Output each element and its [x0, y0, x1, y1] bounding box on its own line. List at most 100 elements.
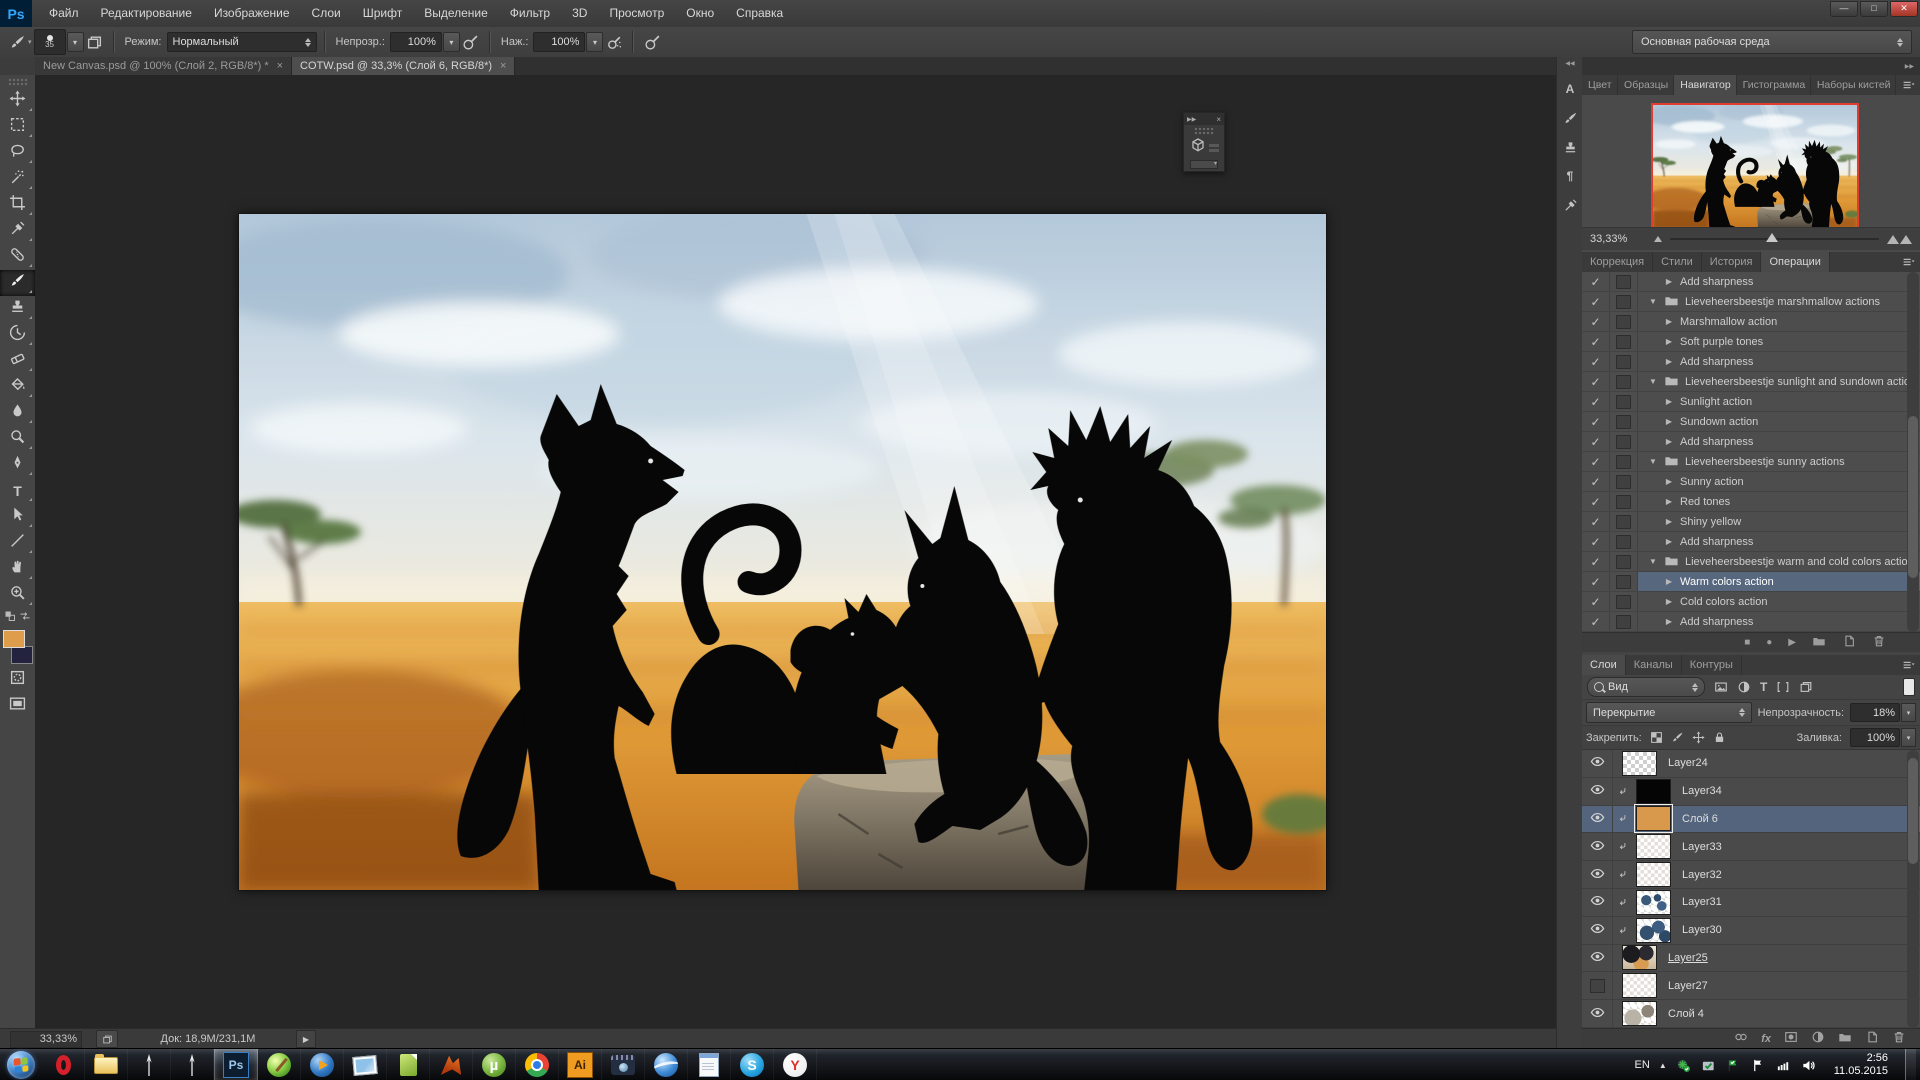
magic-wand-tool[interactable]: [0, 166, 35, 192]
taskbar-app-explorer[interactable]: [85, 1049, 128, 1080]
brush-presets-panel-icon[interactable]: [1559, 107, 1581, 129]
expand-arrow-icon[interactable]: ▶: [1664, 617, 1674, 626]
healing-brush-tool[interactable]: [0, 244, 35, 270]
document-tab-0[interactable]: New Canvas.psd @ 100% (Слой 2, RGB/8*) *…: [35, 57, 292, 75]
taskbar-app-movie-app[interactable]: [602, 1049, 645, 1080]
taskbar-app-opera[interactable]: [42, 1049, 85, 1080]
action-enabled-check[interactable]: ✓: [1582, 332, 1610, 351]
action-set-row[interactable]: ✓▼Lieveheersbeestje sunlight and sundown…: [1582, 372, 1920, 392]
zoom-slider-knob[interactable]: [1766, 233, 1778, 242]
action-enabled-check[interactable]: ✓: [1582, 372, 1610, 391]
layers-tab-2[interactable]: Контуры: [1682, 655, 1742, 675]
layer-row[interactable]: Слой 6: [1582, 806, 1920, 834]
action-enabled-check[interactable]: ✓: [1582, 552, 1610, 571]
layer-visibility-toggle[interactable]: [1582, 861, 1613, 888]
layer-name[interactable]: Layer30: [1682, 924, 1722, 936]
action-dialog-toggle[interactable]: [1610, 492, 1638, 511]
floating-collapsed-panel[interactable]: ▶▶ × ▾: [1183, 112, 1225, 172]
layer-visibility-toggle[interactable]: [1582, 945, 1613, 972]
expand-arrow-icon[interactable]: ▶: [1664, 477, 1674, 486]
layer-row[interactable]: Слой 4: [1582, 1000, 1920, 1028]
actions-tab-2[interactable]: История: [1702, 252, 1762, 272]
action-row[interactable]: ✓▶Sunlight action: [1582, 392, 1920, 412]
taskbar-app-utorrent[interactable]: µ: [473, 1049, 516, 1080]
action-enabled-check[interactable]: ✓: [1582, 452, 1610, 471]
eraser-tool[interactable]: [0, 348, 35, 374]
volume-icon[interactable]: [1801, 1057, 1817, 1073]
new-layer-icon[interactable]: [1865, 1030, 1879, 1047]
layer-name[interactable]: Layer25: [1668, 952, 1708, 964]
layer-visibility-toggle[interactable]: [1582, 778, 1613, 805]
language-indicator[interactable]: EN: [1635, 1059, 1650, 1071]
actions-tab-1[interactable]: Стили: [1653, 252, 1702, 272]
panel-close-icon[interactable]: ×: [1216, 115, 1221, 124]
action-dialog-toggle[interactable]: [1610, 512, 1638, 531]
menu-5[interactable]: Выделение: [413, 0, 499, 27]
taskbar-app-illustrator[interactable]: Ai: [559, 1049, 602, 1080]
zoom-tool[interactable]: [0, 582, 35, 608]
action-dialog-toggle[interactable]: [1610, 452, 1638, 471]
updater-tray-icon[interactable]: [1701, 1057, 1717, 1073]
layers-scrollbar[interactable]: [1907, 750, 1919, 1028]
expand-arrow-icon[interactable]: ▶: [1664, 277, 1674, 286]
antivirus-tray-icon[interactable]: [1676, 1057, 1692, 1073]
filter-type-layers-icon[interactable]: T: [1760, 680, 1767, 694]
navigator-zoom-slider[interactable]: [1670, 238, 1879, 240]
layer-thumbnail[interactable]: [1636, 862, 1671, 887]
paint-bucket-tool[interactable]: [0, 374, 35, 400]
minimize-button[interactable]: —: [1830, 1, 1858, 17]
action-row[interactable]: ✓▶Add sharpness: [1582, 272, 1920, 292]
document-status-icon[interactable]: [96, 1030, 118, 1048]
layer-visibility-toggle[interactable]: [1582, 806, 1613, 833]
layer-name[interactable]: Layer31: [1682, 896, 1722, 908]
expand-arrow-icon[interactable]: ▶: [1664, 337, 1674, 346]
action-dialog-toggle[interactable]: [1610, 612, 1638, 631]
menu-4[interactable]: Шрифт: [352, 0, 413, 27]
action-dialog-toggle[interactable]: [1610, 312, 1638, 331]
navigator-tab-1[interactable]: Образцы: [1618, 75, 1674, 95]
expand-arrow-icon[interactable]: ▶: [1664, 317, 1674, 326]
expand-arrow-icon[interactable]: ▶: [1664, 397, 1674, 406]
menu-3[interactable]: Слои: [301, 0, 352, 27]
lock-position-icon[interactable]: [1692, 731, 1705, 744]
flow-input[interactable]: 100%: [533, 32, 585, 52]
action-enabled-check[interactable]: ✓: [1582, 572, 1610, 591]
expand-arrow-icon[interactable]: ▶: [1664, 357, 1674, 366]
collapse-dock-icon[interactable]: ▶▶: [1905, 63, 1914, 70]
action-enabled-check[interactable]: ✓: [1582, 592, 1610, 611]
lock-all-icon[interactable]: [1713, 731, 1726, 744]
navigator-tab-0[interactable]: Цвет: [1582, 75, 1618, 95]
action-row[interactable]: ✓▶Cold colors action: [1582, 592, 1920, 612]
expand-arrow-icon[interactable]: ▶: [1664, 497, 1674, 506]
layer-visibility-toggle[interactable]: [1582, 1000, 1613, 1027]
filter-adjustment-layers-icon[interactable]: [1737, 680, 1751, 694]
action-enabled-check[interactable]: ✓: [1582, 412, 1610, 431]
expand-arrow-icon[interactable]: ▶: [1664, 437, 1674, 446]
action-dialog-toggle[interactable]: [1610, 432, 1638, 451]
actions-panel-menu-icon[interactable]: [1896, 252, 1920, 272]
brush-preset-caret[interactable]: ▾: [67, 32, 84, 52]
layer-row[interactable]: Layer27: [1582, 972, 1920, 1000]
pen-tool[interactable]: [0, 452, 35, 478]
layer-opacity-input[interactable]: 18%: [1850, 703, 1900, 722]
layer-thumbnail[interactable]: [1636, 918, 1671, 943]
action-set-row[interactable]: ✓▼Lieveheersbeestje sunny actions: [1582, 452, 1920, 472]
layers-panel-menu-icon[interactable]: [1896, 655, 1920, 675]
layer-style-icon[interactable]: fx: [1761, 1033, 1771, 1045]
layer-visibility-toggle[interactable]: [1582, 972, 1613, 999]
taskbar-app-green-doc[interactable]: [387, 1049, 430, 1080]
layer-row[interactable]: Layer31: [1582, 889, 1920, 917]
expand-arrow-icon[interactable]: ▶: [1664, 597, 1674, 606]
action-dialog-toggle[interactable]: [1610, 472, 1638, 491]
stop-playing-icon[interactable]: ■: [1744, 637, 1750, 648]
record-icon[interactable]: ●: [1766, 637, 1772, 648]
swap-colors-icon[interactable]: [19, 609, 31, 627]
start-button[interactable]: [4, 1050, 38, 1080]
tab-close-icon[interactable]: ×: [277, 60, 283, 72]
actions-tab-3[interactable]: Операции: [1761, 252, 1829, 272]
layer-row[interactable]: Layer33: [1582, 833, 1920, 861]
layer-row[interactable]: Layer25: [1582, 945, 1920, 973]
hidden-icons-arrow[interactable]: ▲: [1659, 1061, 1667, 1070]
floating-panel-dropdown[interactable]: ▾: [1190, 160, 1218, 169]
action-row[interactable]: ✓▶Warm colors action: [1582, 572, 1920, 592]
